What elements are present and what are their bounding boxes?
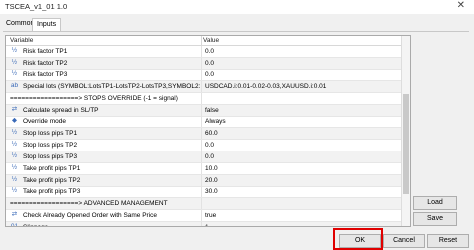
table-row[interactable]: ab Special lots (SYMBOL:LotsTP1-LotsTP2-L… bbox=[6, 81, 401, 94]
table-row[interactable]: ½ Risk factor TP3 0.0 bbox=[6, 69, 401, 82]
variable-name: Risk factor TP3 bbox=[23, 71, 68, 79]
cell-divider bbox=[201, 221, 202, 226]
var-icon: ½ bbox=[11, 187, 18, 195]
variable-name: Take profit pips TP1 bbox=[23, 165, 81, 172]
value-cell[interactable]: Always bbox=[205, 117, 400, 126]
bool-icon: ⇄ bbox=[11, 105, 18, 113]
cell-divider bbox=[201, 174, 202, 186]
value-cell[interactable]: 0.0 bbox=[205, 47, 400, 56]
cell-divider bbox=[201, 104, 202, 116]
cell-divider bbox=[201, 81, 202, 93]
var-icon: ½ bbox=[11, 70, 18, 78]
variable-name: ==================> ADVANCED MANAGEMENT bbox=[10, 200, 168, 208]
ok-button[interactable]: OK bbox=[339, 234, 381, 248]
cancel-button[interactable]: Cancel bbox=[383, 234, 425, 248]
enum-icon: ◆ bbox=[12, 117, 17, 125]
var-icon: ½ bbox=[11, 164, 18, 171]
reset-button[interactable]: Reset bbox=[427, 234, 469, 248]
var-icon: ½ bbox=[11, 152, 18, 160]
column-divider[interactable] bbox=[201, 36, 202, 45]
column-header-variable[interactable]: Variable bbox=[10, 37, 33, 44]
value-cell[interactable]: 30.0 bbox=[205, 187, 400, 196]
value-cell[interactable]: USDCAD.i:0.01-0.02-0.03,XAUUSD.i:0.01 bbox=[205, 82, 400, 91]
variable-name: Check Already Opened Order with Same Pri… bbox=[23, 211, 158, 219]
vertical-scrollbar[interactable] bbox=[401, 36, 410, 226]
variable-name: Stop loss pips TP2 bbox=[23, 141, 78, 149]
column-header-value[interactable]: Value bbox=[203, 37, 219, 44]
table-row[interactable]: ½ Take profit pips TP3 30.0 bbox=[6, 186, 401, 199]
variable-name: Slippage bbox=[23, 223, 49, 227]
cell-divider bbox=[201, 57, 202, 69]
cell-divider bbox=[201, 139, 202, 151]
value-cell[interactable]: 1 bbox=[205, 223, 400, 227]
value-cell[interactable]: 0.0 bbox=[205, 70, 400, 79]
int-icon: 01 bbox=[10, 222, 19, 227]
table-row[interactable]: ⇄ Check Already Opened Order with Same Pr… bbox=[6, 209, 401, 222]
value-cell[interactable]: 0.0 bbox=[205, 141, 400, 150]
variable-name: Stop loss pips TP1 bbox=[23, 129, 78, 137]
table-row[interactable]: ½ Take profit pips TP2 20.0 bbox=[6, 174, 401, 187]
cell-divider bbox=[201, 116, 202, 128]
var-icon: ½ bbox=[11, 140, 18, 148]
inputs-grid: Variable Value ½ Risk factor TP1 0.0 ½ Risk … bbox=[5, 35, 411, 227]
window-title: TSCEA_v1_01 1.0 bbox=[5, 2, 68, 11]
cell-divider bbox=[201, 209, 202, 221]
string-icon: ab bbox=[10, 82, 19, 90]
variable-name: Risk factor TP2 bbox=[23, 59, 68, 67]
cell-divider bbox=[201, 198, 202, 210]
variable-name: Take profit pips TP2 bbox=[23, 176, 81, 184]
table-row[interactable]: ½ Stop loss pips TP3 0.0 bbox=[6, 151, 401, 164]
variable-name: Calculate spread in SL/TP bbox=[23, 106, 99, 114]
variable-name: ==================> STOPS OVERRIDE (-1 =… bbox=[10, 94, 178, 102]
variable-name: Take profit pips TP3 bbox=[23, 188, 81, 196]
grid-header: Variable Value bbox=[6, 36, 401, 46]
value-cell[interactable]: 20.0 bbox=[205, 176, 400, 185]
cell-divider bbox=[201, 127, 202, 139]
bool-icon: ⇄ bbox=[11, 210, 18, 218]
value-cell[interactable]: 0.0 bbox=[205, 59, 400, 68]
section-header-row[interactable]: ==================> STOPS OVERRIDE (-1 =… bbox=[6, 92, 401, 105]
var-icon: ½ bbox=[11, 128, 18, 136]
variable-name: Stop loss pips TP3 bbox=[23, 153, 78, 161]
table-row[interactable]: ½ Risk factor TP2 0.0 bbox=[6, 57, 401, 70]
value-cell[interactable]: 60.0 bbox=[205, 129, 400, 138]
load-button[interactable]: Load bbox=[413, 196, 457, 210]
variable-name: Special lots (SYMBOL:LotsTP1-LotsTP2-Lot… bbox=[23, 83, 201, 91]
variable-name: Risk factor TP1 bbox=[23, 48, 68, 55]
value-cell[interactable]: 0.0 bbox=[205, 152, 400, 161]
section-header-row[interactable]: ==================> ADVANCED MANAGEMENT bbox=[6, 198, 401, 211]
scrollbar-thumb[interactable] bbox=[403, 94, 409, 194]
table-row[interactable]: ½ Stop loss pips TP1 60.0 bbox=[6, 127, 401, 140]
var-icon: ½ bbox=[11, 58, 18, 66]
tab-inputs[interactable]: Inputs bbox=[32, 18, 62, 31]
cell-divider bbox=[201, 163, 202, 174]
tab-bar: Common Inputs bbox=[0, 18, 474, 31]
table-row[interactable]: ◆ Override mode Always bbox=[6, 116, 401, 129]
cell-divider bbox=[201, 69, 202, 81]
variable-name: Override mode bbox=[23, 118, 66, 126]
cell-divider bbox=[201, 186, 202, 198]
table-row[interactable]: ½ Risk factor TP1 0.0 bbox=[6, 46, 401, 58]
title-bar: TSCEA_v1_01 1.0 ✕ bbox=[0, 0, 474, 14]
value-cell[interactable]: 10.0 bbox=[205, 164, 400, 173]
cell-divider bbox=[201, 46, 202, 57]
table-row[interactable]: 01 Slippage 1 bbox=[6, 221, 401, 227]
cell-divider bbox=[201, 92, 202, 104]
close-icon[interactable]: ✕ bbox=[457, 0, 465, 11]
value-cell[interactable]: false bbox=[205, 106, 400, 115]
var-icon: ½ bbox=[11, 175, 18, 183]
table-row[interactable]: ½ Stop loss pips TP2 0.0 bbox=[6, 139, 401, 152]
cell-divider bbox=[201, 151, 202, 163]
table-row[interactable]: ⇄ Calculate spread in SL/TP false bbox=[6, 104, 401, 117]
table-row[interactable]: ½ Take profit pips TP1 10.0 bbox=[6, 163, 401, 175]
value-cell[interactable]: true bbox=[205, 211, 400, 220]
save-button[interactable]: Save bbox=[413, 212, 457, 226]
var-icon: ½ bbox=[11, 47, 18, 54]
